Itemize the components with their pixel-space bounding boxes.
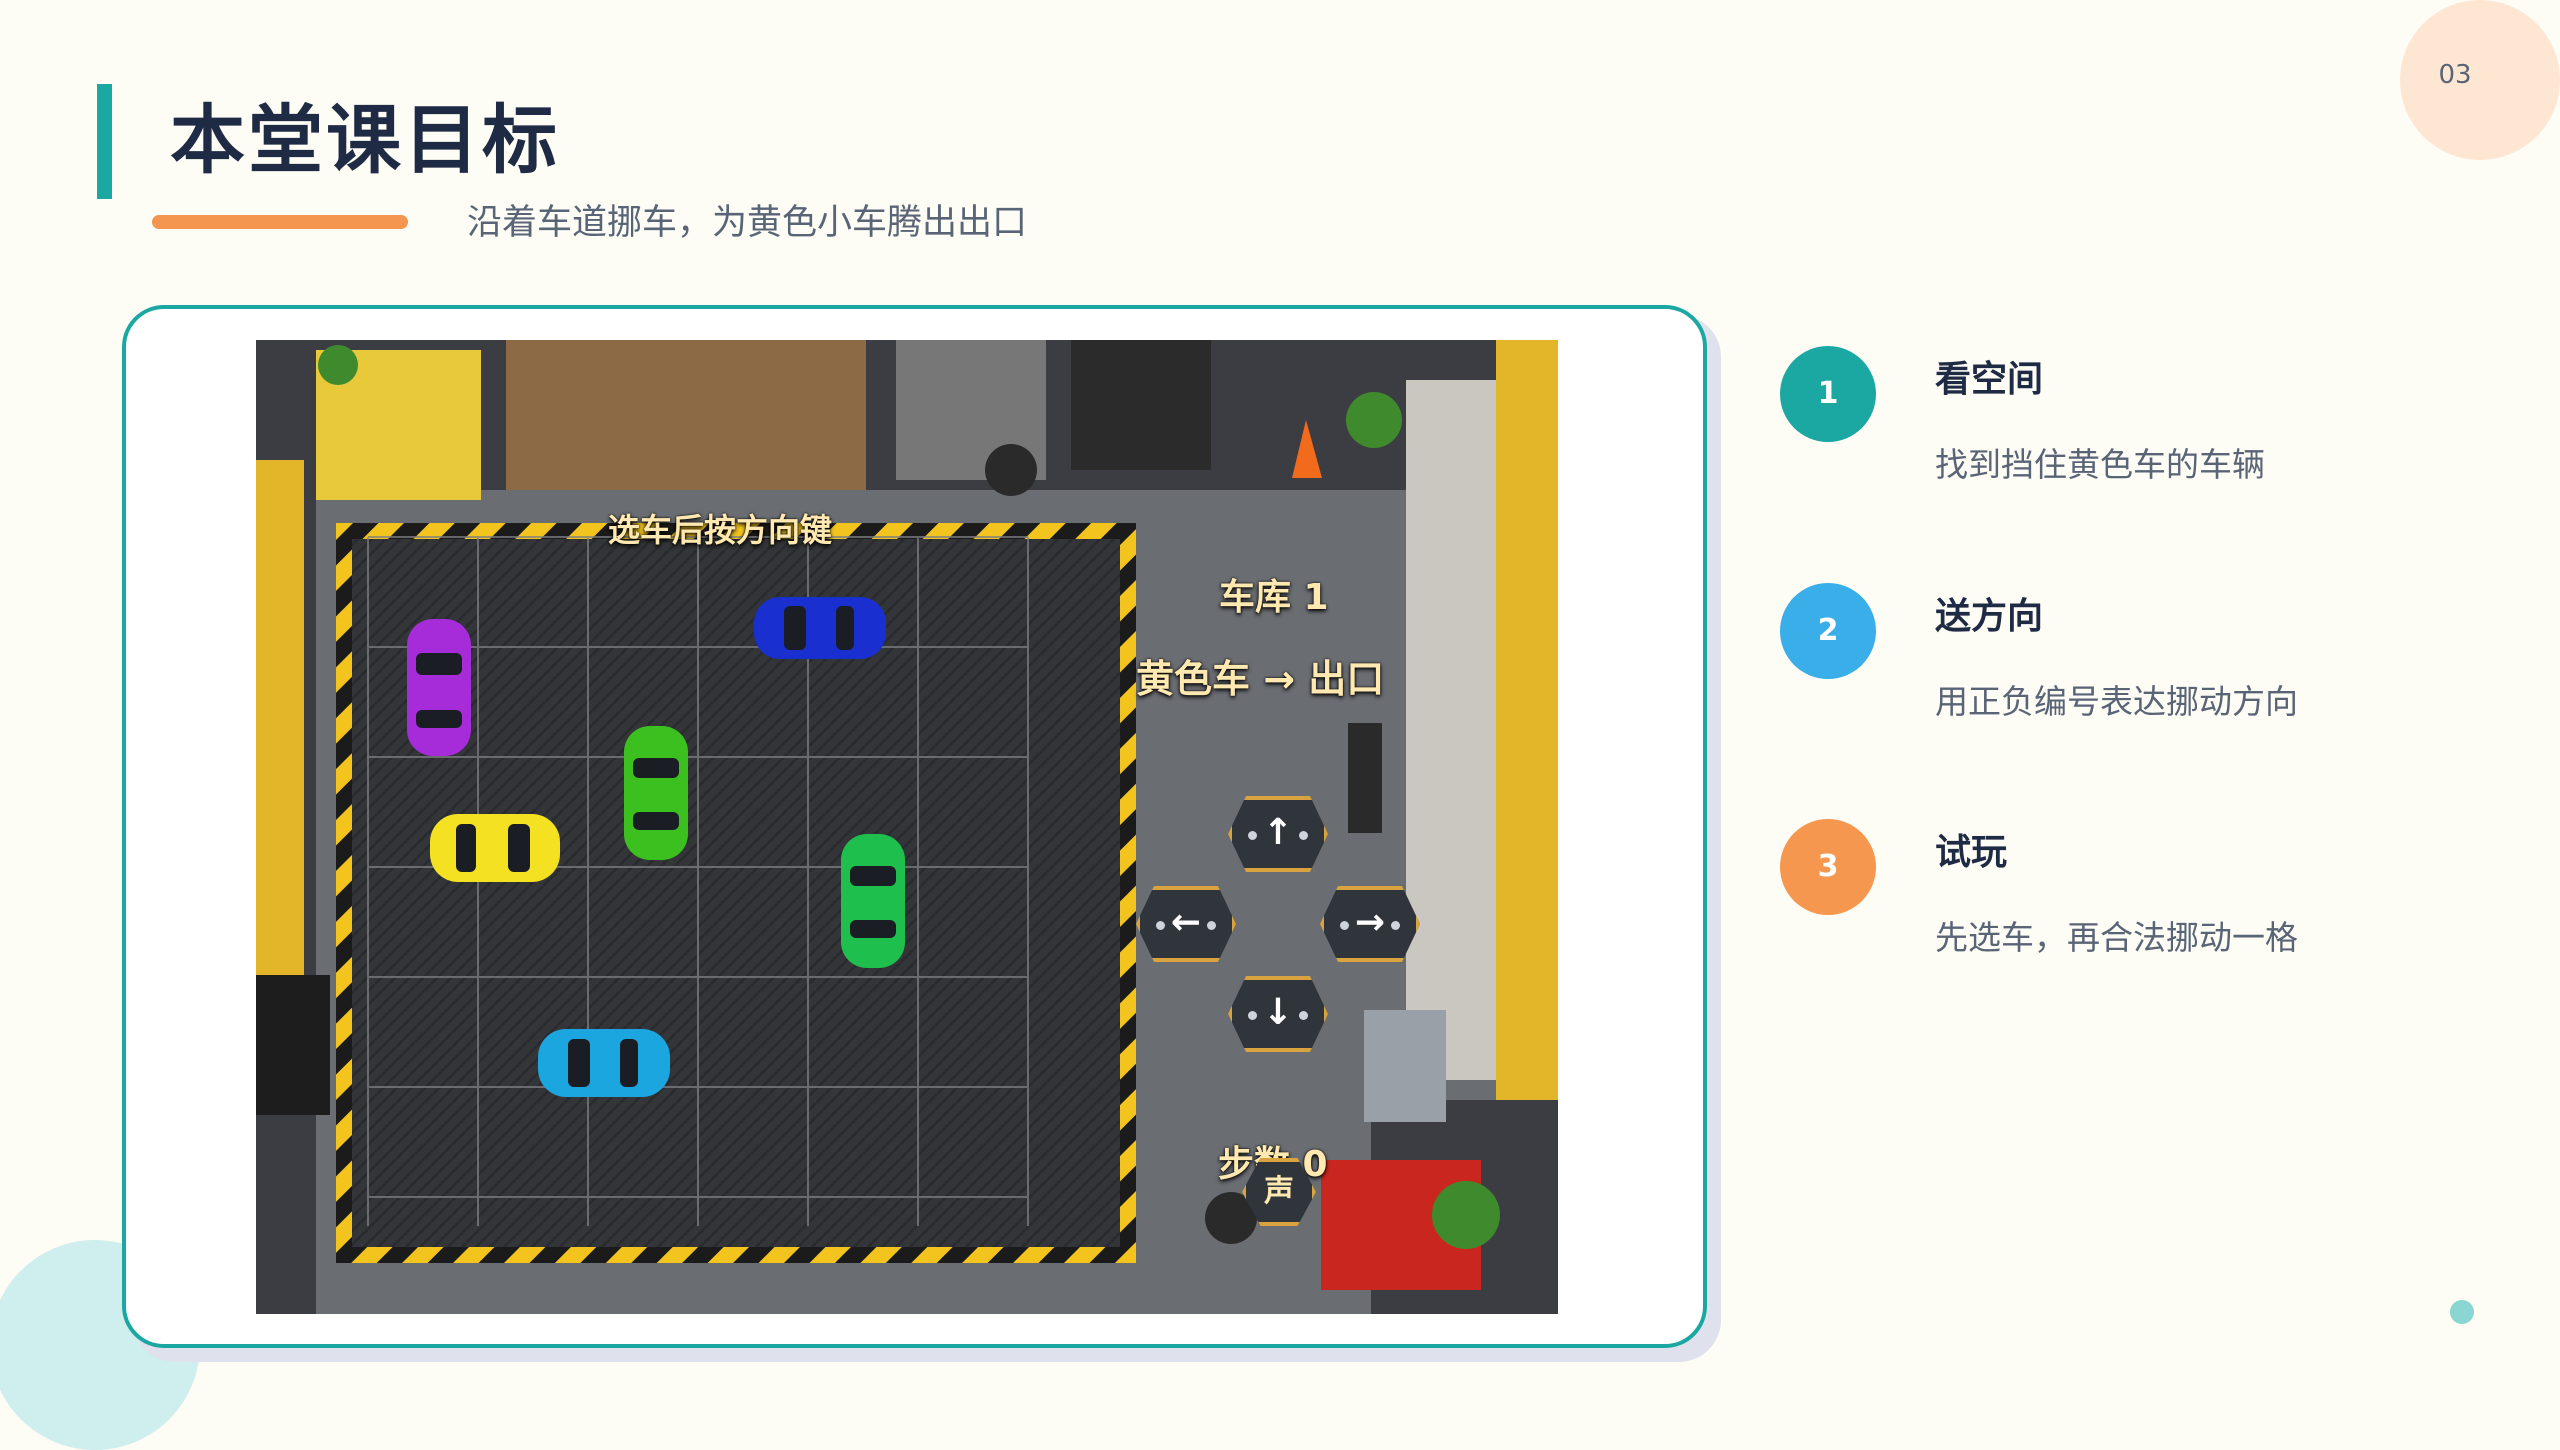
arrow-up-button[interactable]: ↑ [1228, 796, 1328, 872]
page-subtitle: 沿着车道挪车，为黄色小车腾出出口 [467, 203, 1028, 243]
car-purple[interactable] [403, 615, 475, 760]
step-1-number: 1 [1780, 346, 1876, 442]
step-1-title: 看空间 [1935, 359, 2044, 400]
car-blue[interactable] [750, 593, 890, 663]
step-3-desc: 先选车，再合法挪动一格 [1935, 918, 2298, 957]
page-title: 本堂课目标 [170, 96, 561, 184]
goal-label: 黄色车 → 出口 [1136, 657, 1385, 701]
car-lime[interactable] [620, 722, 692, 864]
arrow-left-button[interactable]: ← [1136, 886, 1236, 962]
step-2-title: 送方向 [1935, 596, 2044, 637]
title-underline [152, 215, 408, 229]
car-cyan[interactable] [534, 1025, 674, 1101]
step-2-desc: 用正负编号表达挪动方向 [1935, 682, 2298, 721]
page-number: 03 [2438, 60, 2472, 90]
parking-game: 选车后按方向键 车库 1 黄色车 → 出口 步数 0 ↑ ← → ↓ 声 [256, 340, 1558, 1314]
game-hint: 选车后按方向键 [608, 511, 833, 549]
step-2-number: 2 [1780, 583, 1876, 679]
step-3-number: 3 [1780, 819, 1876, 915]
step-3-title: 试玩 [1935, 832, 2008, 873]
step-1-desc: 找到挡住黄色车的车辆 [1935, 445, 2265, 484]
title-accent-bar [97, 84, 112, 199]
car-yellow[interactable] [426, 810, 564, 886]
car-green[interactable] [837, 830, 909, 972]
arrow-right-button[interactable]: → [1320, 886, 1420, 962]
level-label: 车库 1 [1219, 577, 1329, 618]
arrow-down-button[interactable]: ↓ [1228, 976, 1328, 1052]
floor-drain [1348, 723, 1382, 833]
decorative-dot [2450, 1300, 2474, 1324]
tire-stack [256, 975, 330, 1115]
